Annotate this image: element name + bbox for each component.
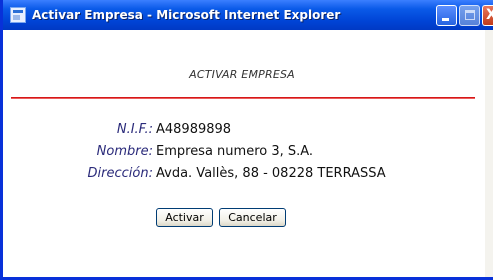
divider-line <box>11 97 475 99</box>
field-row-nombre: Nombre: Empresa numero 3, S.A. <box>6 144 485 162</box>
nif-value: A48989898 <box>156 122 232 137</box>
title-bar[interactable]: Activar Empresa - Microsoft Internet Exp… <box>3 0 493 30</box>
field-row-direccion: Dirección: Avda. Vallès, 88 - 08228 TERR… <box>6 166 485 184</box>
maximize-icon <box>465 10 475 20</box>
internet-explorer-icon <box>10 7 26 23</box>
activar-button[interactable]: Activar <box>156 208 213 227</box>
window-title: Activar Empresa - Microsoft Internet Exp… <box>32 8 341 22</box>
cancelar-button[interactable]: Cancelar <box>219 208 286 227</box>
direccion-value: Avda. Vallès, 88 - 08228 TERRASSA <box>156 166 386 181</box>
direccion-label: Dirección: <box>87 166 153 181</box>
minimize-icon <box>442 18 449 21</box>
page-title: ACTIVAR EMPRESA <box>189 68 295 81</box>
close-icon: X <box>486 7 493 23</box>
browser-window: Activar Empresa - Microsoft Internet Exp… <box>0 0 493 280</box>
minimize-button[interactable] <box>436 5 457 26</box>
nif-label: N.I.F.: <box>116 122 153 137</box>
vertical-scrollbar[interactable] <box>485 30 493 277</box>
maximize-button[interactable] <box>459 5 480 26</box>
field-row-nif: N.I.F.: A48989898 <box>6 122 485 140</box>
close-button[interactable]: X <box>482 5 493 26</box>
nombre-label: Nombre: <box>96 144 153 159</box>
nombre-value: Empresa numero 3, S.A. <box>156 144 314 159</box>
page-content: ACTIVAR EMPRESA N.I.F.: A48989898 Nombre… <box>6 30 485 277</box>
